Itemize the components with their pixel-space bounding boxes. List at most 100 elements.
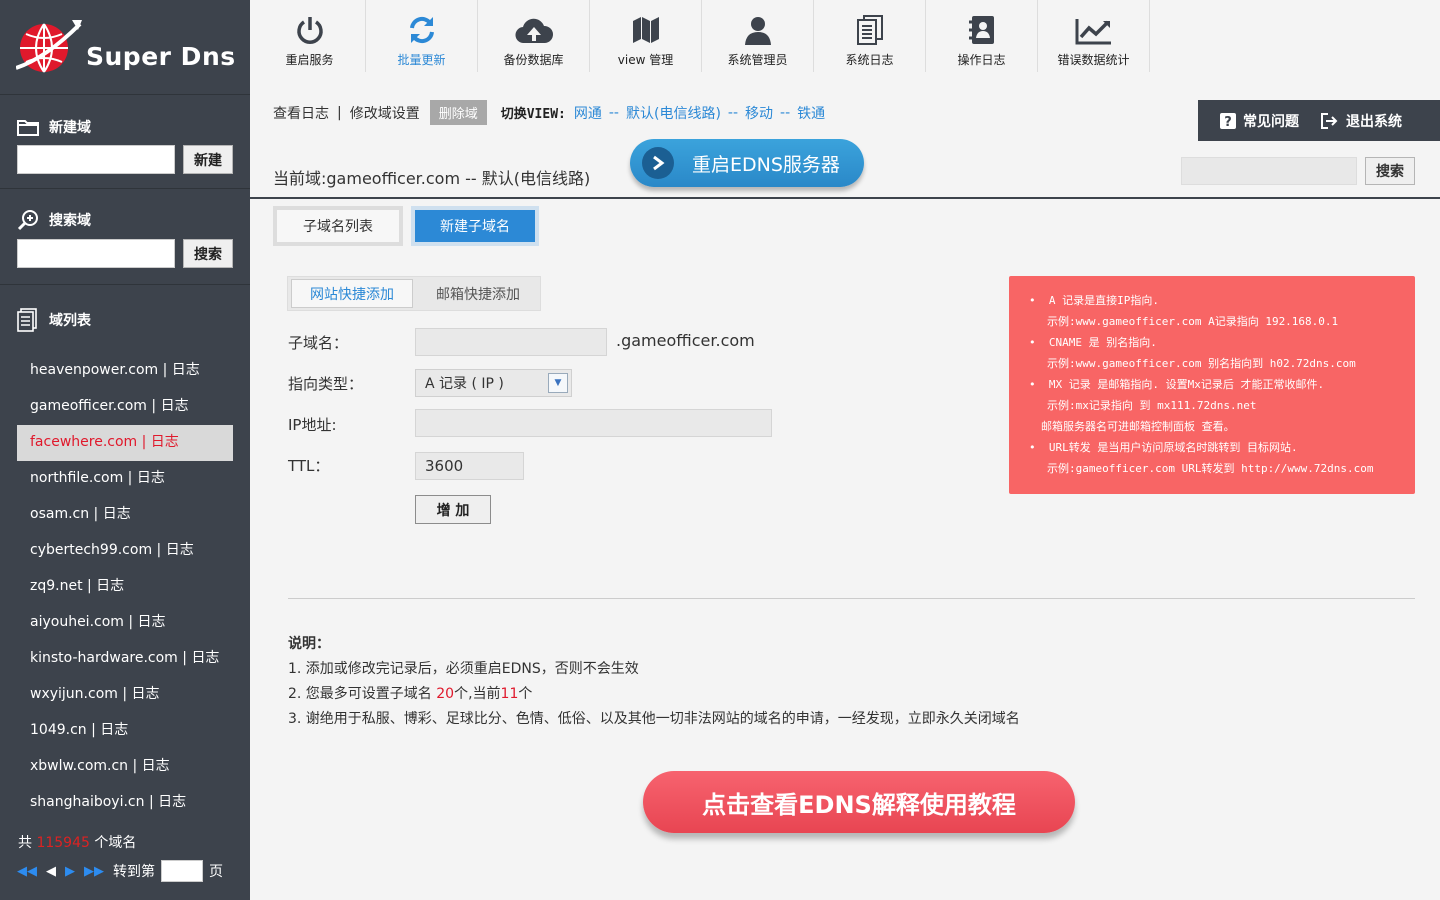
- faq-label: 常见问题: [1243, 113, 1299, 130]
- top-search-button[interactable]: 搜索: [1365, 157, 1415, 185]
- tool-view-manage[interactable]: view 管理: [590, 0, 702, 72]
- folder-icon: [17, 120, 39, 136]
- domain-list-item[interactable]: aiyouhei.com | 日志: [17, 605, 233, 641]
- view-dash: --: [727, 104, 739, 121]
- domain-list-item[interactable]: xbwlw.com.cn | 日志: [17, 749, 233, 785]
- delete-domain-button[interactable]: 删除域: [429, 100, 487, 125]
- ip-input[interactable]: [415, 409, 772, 437]
- search-domain-button[interactable]: 搜索: [183, 239, 233, 268]
- logout-label: 退出系统: [1346, 113, 1402, 130]
- record-type-notes: • A 记录是直接IP指向. 示例:www.gameofficer.com A记…: [1009, 276, 1415, 494]
- domain-list-title: 域列表: [49, 313, 91, 329]
- domain-list-item[interactable]: gameofficer.com | 日志: [17, 389, 233, 425]
- tool-batch-update[interactable]: 批量更新: [366, 0, 478, 72]
- tool-label: 备份数据库: [503, 53, 564, 67]
- domain-list-item[interactable]: northfile.com | 日志: [17, 461, 233, 497]
- tool-label: view 管理: [617, 53, 674, 67]
- note-line: 邮箱服务器名可进邮箱控制面板 查看。: [1041, 420, 1235, 433]
- sidebar: Super Dns 新建域 新建 搜索域 搜索 域列表 heavenpower.…: [0, 0, 250, 900]
- new-domain-section: 新建域 新建: [0, 95, 250, 189]
- record-type-value: A 记录 ( IP ): [425, 376, 504, 392]
- restart-edns-button[interactable]: 重启EDNS服务器: [630, 139, 864, 187]
- restart-edns-label: 重启EDNS服务器: [692, 153, 840, 176]
- explain-title: 说明：: [288, 636, 330, 652]
- view-dash: --: [608, 104, 619, 121]
- domain-list-item[interactable]: zq9.net | 日志: [17, 569, 233, 605]
- domain-count: 共 115945 个域名: [18, 832, 136, 852]
- subdomain-input[interactable]: [415, 328, 607, 356]
- view-link-tietong[interactable]: 铁通: [797, 103, 825, 123]
- note-line: • A 记录是直接IP指向.: [1029, 294, 1159, 307]
- search-domain-input[interactable]: [17, 239, 175, 268]
- count-prefix: 共: [18, 835, 32, 851]
- ttl-input[interactable]: 3600: [415, 452, 524, 480]
- first-page-icon[interactable]: ◀◀: [17, 864, 37, 879]
- count-suffix: 个域名: [94, 835, 137, 851]
- svg-text:?: ?: [1224, 115, 1232, 129]
- quick-add-tabs: 网站快捷添加 邮箱快捷添加: [287, 276, 541, 311]
- note-line: • CNAME 是 别名指向.: [1029, 336, 1157, 349]
- tab-subdomain-list[interactable]: 子域名列表: [273, 206, 403, 246]
- domain-list-item[interactable]: kinsto-hardware.com | 日志: [17, 641, 233, 677]
- tool-backup-database[interactable]: 备份数据库: [478, 0, 590, 72]
- search-domain-title: 搜索域: [49, 213, 91, 229]
- top-search-input[interactable]: [1181, 157, 1357, 185]
- last-page-icon[interactable]: ▶▶: [84, 864, 104, 879]
- tool-label: 系统管理员: [727, 53, 788, 67]
- tab-website-quick-add[interactable]: 网站快捷添加: [291, 279, 413, 308]
- new-domain-input[interactable]: [17, 145, 175, 174]
- prev-page-icon[interactable]: ◀: [46, 864, 56, 879]
- ip-label: IP地址:: [288, 416, 337, 434]
- list-document-icon: [17, 308, 37, 332]
- view-link-wangtong[interactable]: 网通: [574, 103, 602, 123]
- tutorial-button[interactable]: 点击查看EDNS解释使用教程: [643, 771, 1075, 833]
- power-icon: [296, 17, 323, 44]
- explanation: 说明： 1. 添加或修改完记录后，必须重启EDNS，否则不会生效 2. 您最多可…: [288, 632, 1020, 732]
- domain-list-item[interactable]: cybertech99.com | 日志: [17, 533, 233, 569]
- search-plus-icon: [17, 210, 38, 231]
- domain-list-item[interactable]: 1049.cn | 日志: [17, 713, 233, 749]
- logout-link[interactable]: 退出系统: [1321, 111, 1402, 131]
- view-log-link[interactable]: 查看日志: [273, 103, 329, 123]
- new-domain-button[interactable]: 新建: [183, 145, 233, 174]
- count-value: 115945: [36, 835, 90, 851]
- domain-list-item[interactable]: shanghaiboyi.cn | 日志: [17, 785, 233, 821]
- domain-suffix: .gameofficer.com: [616, 331, 755, 350]
- record-type-select[interactable]: A 记录 ( IP ) ▼: [415, 369, 572, 397]
- next-page-icon[interactable]: ▶: [65, 864, 75, 879]
- domain-list-item[interactable]: facewhere.com | 日志: [17, 425, 233, 461]
- modify-domain-link[interactable]: 修改域设置: [350, 103, 420, 123]
- globe-logo-icon: [16, 20, 82, 73]
- add-record-button[interactable]: 增 加: [415, 495, 491, 524]
- view-link-mobile[interactable]: 移动: [745, 103, 773, 123]
- tool-error-stats[interactable]: 错误数据统计: [1038, 0, 1150, 72]
- domain-list-item[interactable]: wxyijun.com | 日志: [17, 677, 233, 713]
- new-domain-header: 新建域: [17, 95, 233, 137]
- domain-list-item[interactable]: osam.cn | 日志: [17, 497, 233, 533]
- faq-link[interactable]: ? 常见问题: [1220, 111, 1299, 131]
- view-dash: --: [780, 104, 791, 121]
- tab-new-subdomain[interactable]: 新建子域名: [411, 206, 539, 246]
- domain-list-item[interactable]: heavenpower.com | 日志: [17, 353, 233, 389]
- tool-label: 系统日志: [845, 53, 894, 67]
- tool-label: 错误数据统计: [1057, 53, 1130, 67]
- tool-restart-service[interactable]: 重启服务: [254, 0, 366, 72]
- note-line: 示例:www.gameofficer.com 别名指向到 h02.72dns.c…: [1047, 357, 1356, 370]
- tab-label: 子域名列表: [303, 219, 373, 235]
- chevron-down-icon: ▼: [548, 373, 568, 393]
- subdomain-label: 子域名：: [288, 334, 349, 352]
- new-domain-title: 新建域: [49, 120, 91, 136]
- tool-system-log[interactable]: 系统日志: [814, 0, 926, 72]
- help-bar: ? 常见问题 退出系统: [1198, 100, 1440, 141]
- tool-system-admin[interactable]: 系统管理员: [702, 0, 814, 72]
- page-input[interactable]: [161, 860, 203, 882]
- separator: |: [337, 104, 342, 121]
- tool-operation-log[interactable]: 操作日志: [926, 0, 1038, 72]
- view-link-default[interactable]: 默认(电信线路): [626, 103, 721, 123]
- note-line: 示例:mx记录指向 到 mx111.72dns.net: [1047, 399, 1257, 412]
- domain-list-header: 域列表: [17, 285, 233, 355]
- tool-label: 操作日志: [957, 53, 1006, 67]
- record-type-label: 指向类型：: [288, 375, 364, 393]
- address-book-icon: [968, 16, 994, 44]
- tab-mail-quick-add[interactable]: 邮箱快捷添加: [417, 279, 539, 308]
